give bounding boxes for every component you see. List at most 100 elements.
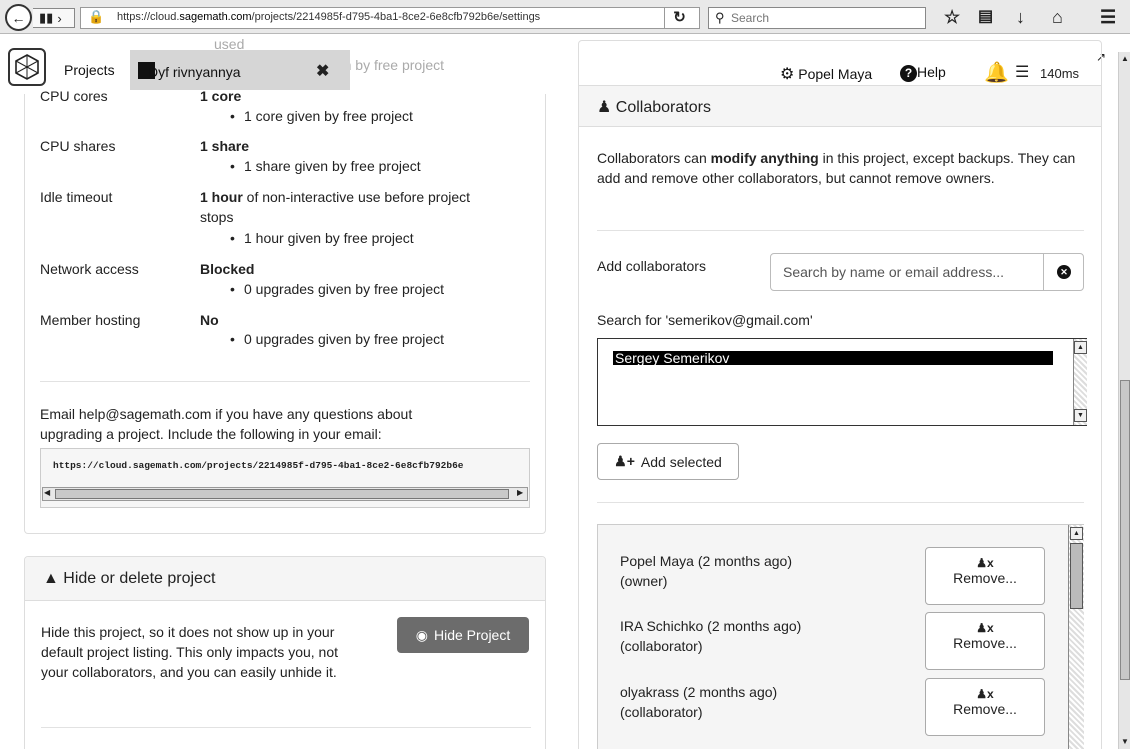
user-plus-icon: ♟+ xyxy=(614,453,635,469)
clear-search-button[interactable]: ✕ xyxy=(1043,254,1084,290)
scroll-right-arrow[interactable]: ▶ xyxy=(517,488,523,497)
quota-note: 0 upgrades given by free project xyxy=(230,281,444,297)
browser-toolbar: ← https://cloud.sagemath.com/projects/22… xyxy=(0,0,1130,34)
hide-delete-header: ▲ Hide or delete project xyxy=(25,557,545,601)
times-circle-icon: ✕ xyxy=(1057,265,1071,279)
add-selected-button[interactable]: ♟+ Add selected xyxy=(597,443,739,480)
collaborators-header: ♟ Collaborators xyxy=(579,85,1101,127)
project-tab[interactable]: Dyf rivnyannya ✖ xyxy=(130,50,350,90)
quota-label: Idle timeout xyxy=(40,189,113,205)
scroll-down-arrow[interactable]: ▼ xyxy=(1120,737,1130,747)
collaborator-name: IRA Schichko (2 months ago) (collaborato… xyxy=(620,618,802,654)
code-horizontal-scrollbar[interactable]: ◀ ▶ xyxy=(42,487,528,501)
identity-block[interactable]: ▮▮ › xyxy=(33,8,75,28)
scroll-up-arrow[interactable]: ▲ xyxy=(1070,527,1083,540)
quota-value-bold: 1 hour xyxy=(200,189,243,205)
collaborator-search-input[interactable] xyxy=(783,263,1039,281)
download-icon[interactable]: ↓ xyxy=(1016,6,1025,28)
quota-value-rest: of non-interactive use before project xyxy=(242,189,471,205)
add-selected-label: Add selected xyxy=(640,453,722,470)
scrollbar-thumb[interactable] xyxy=(1120,380,1130,680)
projects-link[interactable]: Projects xyxy=(64,62,115,78)
browser-search-input[interactable] xyxy=(731,10,921,26)
lock-icon: 🔒 xyxy=(88,9,105,24)
user-times-icon: ♟x xyxy=(976,621,994,635)
reload-button[interactable]: ↻ xyxy=(664,8,694,28)
page-scrollbar[interactable]: ▲ ▼ xyxy=(1118,52,1130,749)
quota-value: 1 hour of non-interactive use before pro… xyxy=(200,189,470,205)
remove-label: Remove... xyxy=(953,570,1017,586)
search-icon: ⚲ xyxy=(715,10,725,25)
email-line-2: upgrading a project. Include the followi… xyxy=(40,426,382,442)
close-icon[interactable]: ✖ xyxy=(316,61,329,81)
divider xyxy=(40,381,530,382)
collab-desc-pre: Collaborators can xyxy=(597,150,711,166)
quota-value-rest2: stops xyxy=(200,209,234,225)
hide-delete-title-text: Hide or delete project xyxy=(63,570,216,587)
add-collaborator-search[interactable]: ✕ xyxy=(770,253,1084,291)
divider xyxy=(597,230,1084,231)
scroll-down-arrow[interactable]: ▼ xyxy=(1074,409,1087,422)
search-for-text: Search for 'semerikov@gmail.com' xyxy=(597,312,813,328)
history-icon: ▮▮ xyxy=(39,10,54,25)
project-url-code[interactable]: https://cloud.sagemath.com/projects/2214… xyxy=(40,448,530,508)
remove-collaborator-button[interactable]: ♟x Remove... xyxy=(925,612,1045,670)
collaborator-name: olyakrass (2 months ago) (collaborator) xyxy=(620,684,778,720)
url-prefix: https://cloud. xyxy=(117,11,180,23)
url-host: sagemath.com xyxy=(179,11,252,23)
divider xyxy=(597,502,1084,503)
search-results-list[interactable]: Sergey Semerikov ▲ ▼ xyxy=(597,338,1087,426)
hide-project-button[interactable]: ◉ Hide Project xyxy=(397,617,529,653)
eye-slash-icon: ◉ xyxy=(415,626,428,643)
project-tab-title: Dyf rivnyannya xyxy=(148,64,241,80)
remove-label: Remove... xyxy=(953,635,1017,651)
scroll-up-arrow[interactable]: ▲ xyxy=(1120,54,1130,64)
quota-note: 1 core given by free project xyxy=(230,108,413,124)
collaborator-list: ▲ Popel Maya (2 months ago) (owner) ♟x R… xyxy=(597,524,1084,749)
url-text: https://cloud.sagemath.com/projects/2214… xyxy=(117,11,540,23)
quota-label: CPU shares xyxy=(40,138,116,154)
collaborator-name: Popel Maya (2 months ago) (owner) xyxy=(620,553,792,589)
quota-label: Member hosting xyxy=(40,312,141,328)
remove-collaborator-button[interactable]: ♟x Remove... xyxy=(925,678,1045,736)
collaborator-list-scrollbar[interactable]: ▲ xyxy=(1068,525,1084,749)
results-scrollbar[interactable]: ▲ ▼ xyxy=(1073,339,1087,425)
back-button[interactable]: ← xyxy=(5,4,32,31)
collaborators-title: ♟ Collaborators xyxy=(597,97,711,117)
warning-icon: ▲ xyxy=(43,570,59,587)
hide-delete-title: ▲ Hide or delete project xyxy=(43,570,215,588)
search-result-option[interactable]: Sergey Semerikov xyxy=(613,351,1053,365)
collaborators-description: Collaborators can modify anything in thi… xyxy=(597,148,1077,188)
bookmark-star-icon[interactable]: ☆ xyxy=(944,6,960,28)
project-url-text[interactable]: https://cloud.sagemath.com/projects/2214… xyxy=(53,460,529,471)
email-line-1: Email help@sagemath.com if you have any … xyxy=(40,406,413,422)
collaborators-title-text: Collaborators xyxy=(615,99,711,116)
quota-value: Blocked xyxy=(200,261,255,277)
user-icon: ♟ xyxy=(597,99,612,116)
logo-icon xyxy=(15,54,39,80)
quota-note: 1 share given by free project xyxy=(230,158,421,174)
remove-collaborator-button[interactable]: ♟x Remove... xyxy=(925,547,1045,605)
code-scroll-thumb[interactable] xyxy=(55,489,509,499)
hide-project-label: Hide Project xyxy=(433,627,511,643)
add-collaborators-label: Add collaborators xyxy=(597,258,706,274)
quota-value: 1 share xyxy=(200,138,250,154)
divider xyxy=(41,727,531,728)
quota-note: 1 hour given by free project xyxy=(230,230,414,246)
user-times-icon: ♟x xyxy=(976,556,994,570)
sagemath-logo[interactable] xyxy=(8,48,46,86)
home-icon[interactable]: ⌂ xyxy=(1052,6,1063,28)
scroll-up-arrow[interactable]: ▲ xyxy=(1074,341,1087,354)
quota-label: Network access xyxy=(40,261,139,277)
scroll-left-arrow[interactable]: ◀ xyxy=(44,488,50,497)
collaborator-list-scroll-thumb[interactable] xyxy=(1070,543,1083,609)
user-times-icon: ♟x xyxy=(976,687,994,701)
hide-delete-panel: ▲ Hide or delete project Hide this proje… xyxy=(24,556,546,749)
menu-icon[interactable]: ☰ xyxy=(1100,6,1116,28)
url-bar[interactable]: https://cloud.sagemath.com/projects/2214… xyxy=(80,7,700,29)
bookmarks-list-icon[interactable]: ▤ xyxy=(978,6,993,28)
forward-icon: › xyxy=(57,10,62,26)
quota-value: No xyxy=(200,312,219,328)
browser-search-box[interactable]: ⚲ xyxy=(708,7,926,29)
remove-label: Remove... xyxy=(953,701,1017,717)
